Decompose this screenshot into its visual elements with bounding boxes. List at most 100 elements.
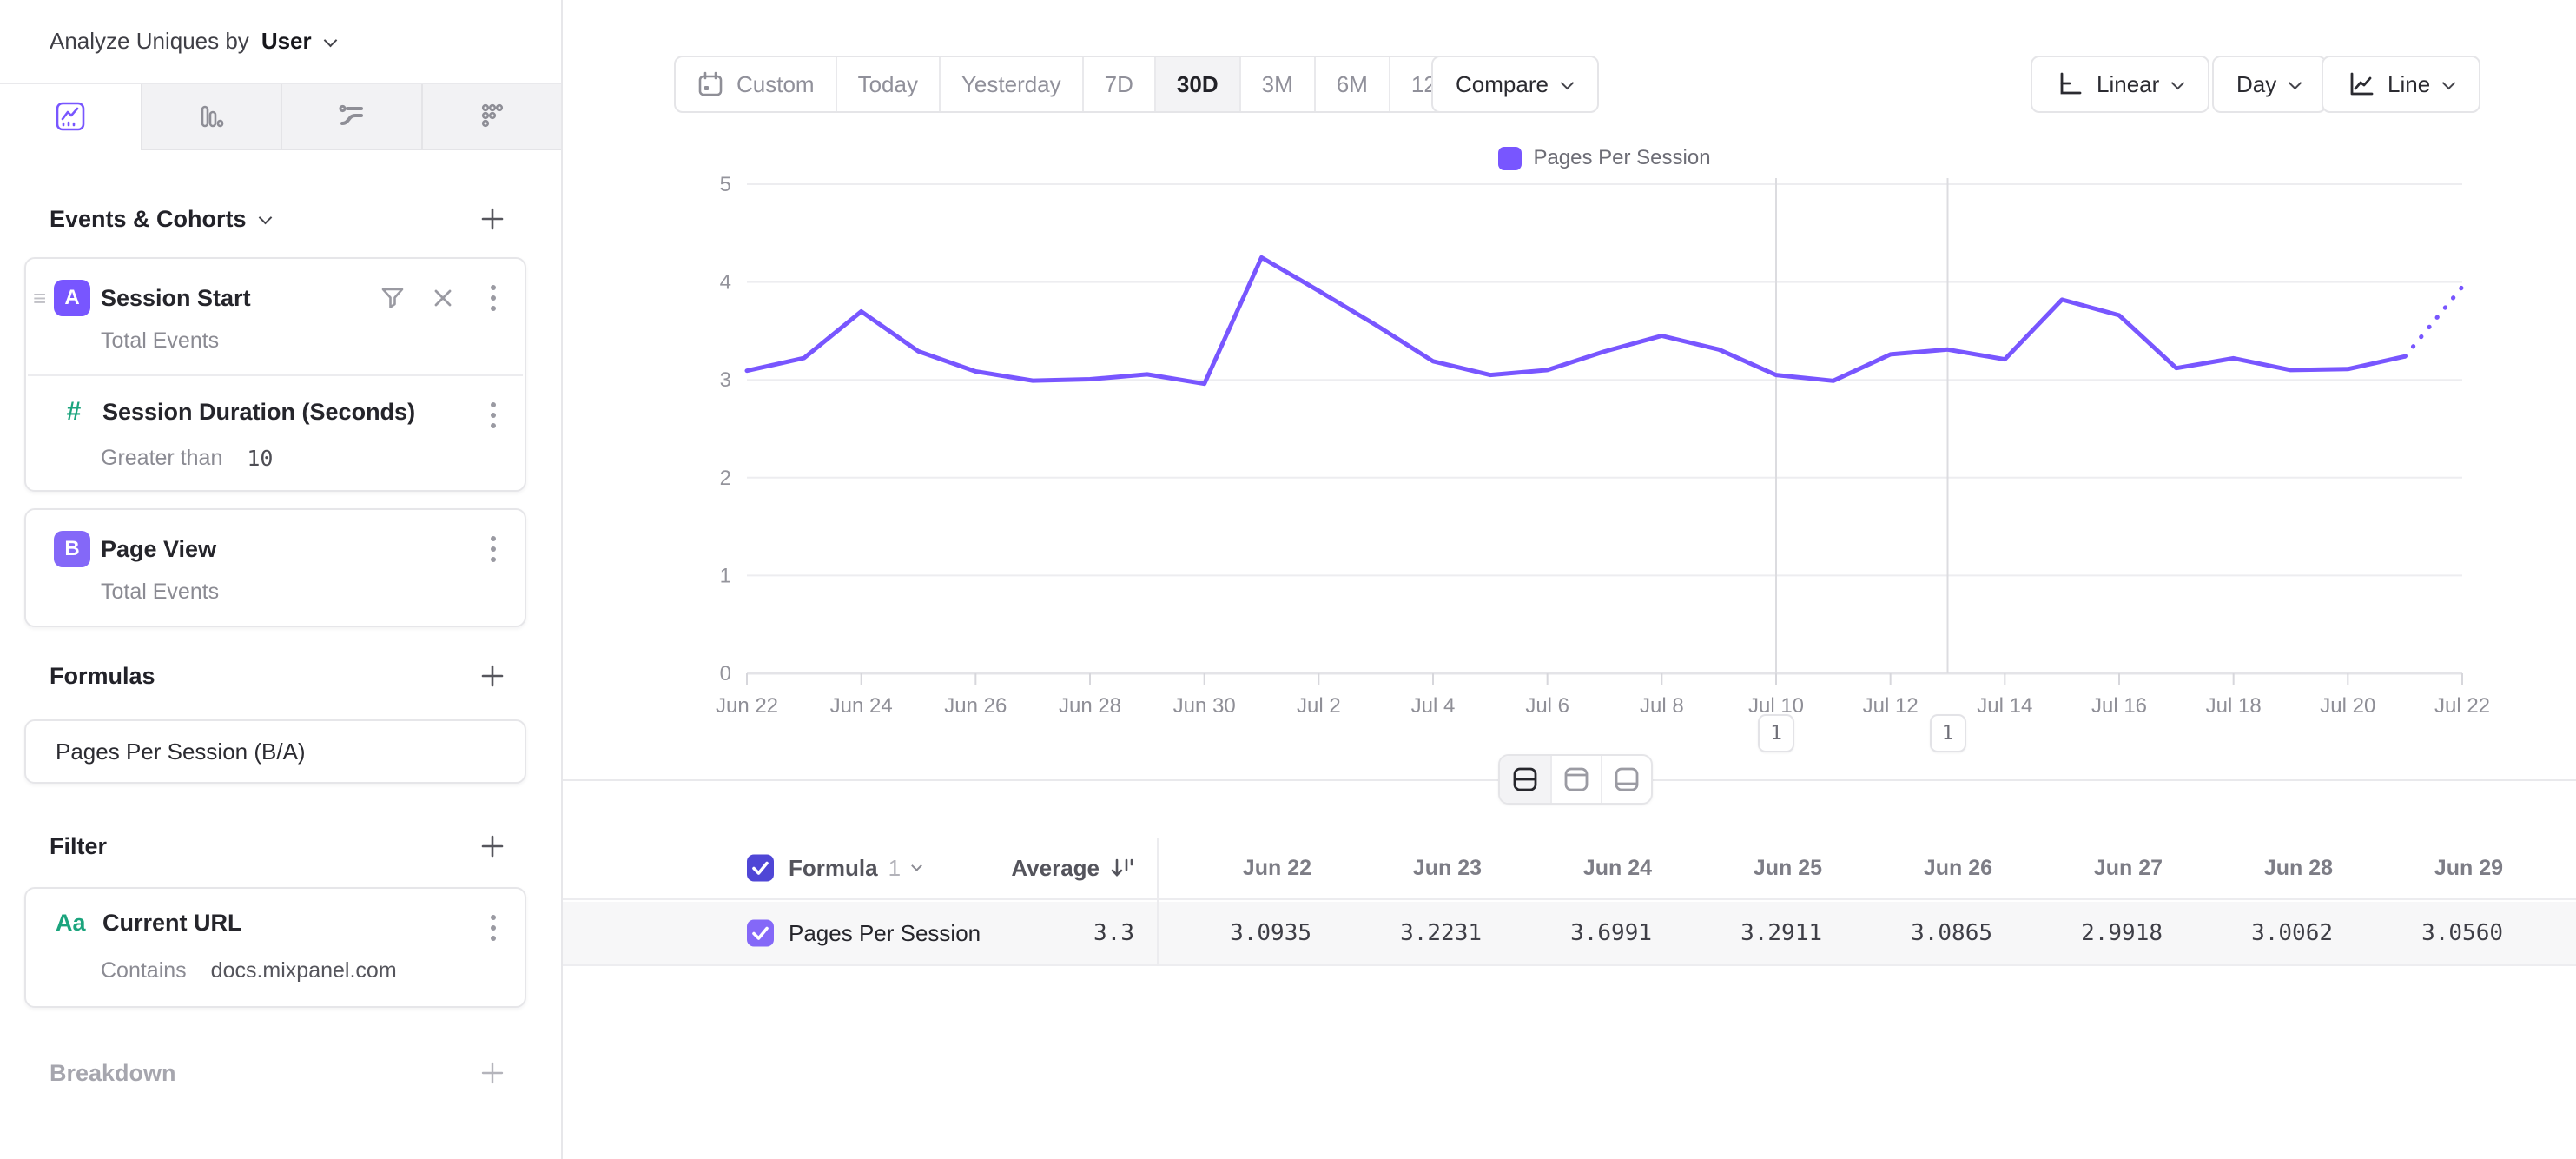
date-value-cell: 3.2231 — [1311, 902, 1482, 964]
remove-event-button[interactable] — [427, 280, 459, 316]
formula-expression: Pages Per Session (B/A) — [56, 738, 306, 765]
kebab-icon — [489, 400, 498, 431]
event-a-section: ≡ A Session Start — [26, 259, 525, 374]
svg-text:Jul 22: Jul 22 — [2434, 694, 2490, 718]
filter-menu-button[interactable] — [478, 910, 509, 946]
average-value: 3.3 — [1093, 920, 1134, 946]
line-chart-icon — [53, 99, 88, 134]
event-aggregation[interactable]: Total Events — [101, 580, 219, 605]
average-label: Average — [1011, 855, 1100, 882]
date-column-header[interactable]: Jun 28 — [2163, 838, 2333, 898]
tab-retention-grid[interactable] — [421, 84, 562, 150]
filter-section-title: Filter — [50, 833, 107, 860]
property-menu-button[interactable] — [478, 397, 509, 434]
event-menu-button[interactable] — [478, 531, 509, 567]
annotation-badge[interactable]: 1 — [1758, 714, 1794, 752]
svg-text:2: 2 — [720, 467, 731, 490]
event-title[interactable]: Page View — [101, 536, 216, 563]
chart-canvas: 012345Jun 22Jun 24Jun 26Jun 28Jun 30Jul … — [563, 0, 2576, 765]
split-view-icon — [1510, 765, 1540, 793]
view-toggle-split[interactable] — [1500, 756, 1550, 803]
retention-grid-icon — [474, 99, 509, 134]
breakdown-section-title: Breakdown — [50, 1060, 176, 1087]
svg-text:Jul 18: Jul 18 — [2206, 694, 2262, 718]
tab-bar-chart[interactable] — [141, 84, 281, 150]
breakdown-section-header: Breakdown — [24, 1055, 526, 1091]
svg-text:Jul 16: Jul 16 — [2091, 694, 2147, 718]
view-toggle-chart-only[interactable] — [1550, 756, 1601, 803]
formula-card[interactable]: Pages Per Session (B/A) — [24, 719, 526, 784]
table-only-icon — [1612, 765, 1641, 793]
table-data-row[interactable]: Pages Per Session 3.3 3.09353.22313.6991… — [563, 902, 2576, 966]
svg-text:Jul 20: Jul 20 — [2320, 694, 2375, 718]
funnel-icon — [379, 284, 406, 312]
filter-card-current-url[interactable]: Aa Current URL Contains docs.mixpanel.co… — [24, 887, 526, 1008]
table-column-divider — [1157, 838, 1159, 966]
analyze-by-label: Analyze Uniques by — [50, 28, 249, 55]
table-date-headers: Jun 22Jun 23Jun 24Jun 25Jun 26Jun 27Jun … — [1157, 838, 2503, 898]
add-filter-button[interactable] — [478, 831, 507, 861]
add-formula-button[interactable] — [478, 661, 507, 691]
date-column-header[interactable]: Jun 22 — [1157, 838, 1311, 898]
plus-icon — [479, 663, 505, 689]
formulas-section-title: Formulas — [50, 663, 155, 690]
svg-text:Jun 22: Jun 22 — [716, 694, 778, 718]
row-series-name: Pages Per Session — [789, 902, 981, 964]
filter-property-title[interactable]: Current URL — [102, 910, 242, 937]
filter-section: Aa Current URL Contains docs.mixpanel.co… — [26, 889, 525, 1006]
event-title[interactable]: Session Start — [101, 285, 251, 312]
svg-text:Jul 8: Jul 8 — [1640, 694, 1684, 718]
event-card-session-start[interactable]: ≡ A Session Start — [24, 257, 526, 492]
filter-event-button[interactable] — [377, 280, 408, 316]
event-menu-button[interactable] — [478, 280, 509, 316]
annotation-badge[interactable]: 1 — [1930, 714, 1966, 752]
date-value-cell: 2.9918 — [1992, 902, 2163, 964]
svg-text:0: 0 — [720, 662, 731, 685]
events-section-title[interactable]: Events & Cohorts — [50, 206, 273, 233]
event-aggregation[interactable]: Total Events — [101, 328, 219, 354]
property-value[interactable]: 10 — [247, 446, 273, 471]
svg-text:Jul 12: Jul 12 — [1863, 694, 1919, 718]
add-breakdown-button[interactable] — [478, 1058, 507, 1088]
table-date-values: 3.09353.22313.69913.29113.08652.99183.00… — [1157, 902, 2503, 964]
event-a-property-filter: # Session Duration (Seconds) Greater tha… — [26, 376, 525, 490]
view-toggle-table-only[interactable] — [1601, 756, 1651, 803]
svg-text:Jun 28: Jun 28 — [1059, 694, 1121, 718]
kebab-icon — [489, 912, 498, 944]
property-operator[interactable]: Greater than — [101, 446, 222, 471]
svg-text:Jul 2: Jul 2 — [1297, 694, 1341, 718]
select-all-checkbox[interactable] — [747, 855, 774, 882]
filter-operator[interactable]: Contains — [101, 958, 187, 983]
check-icon — [747, 855, 774, 882]
numeric-property-icon: # — [56, 397, 92, 427]
svg-text:Jun 30: Jun 30 — [1173, 694, 1236, 718]
plus-icon — [479, 1060, 505, 1086]
analyze-by-value-dropdown[interactable]: User — [261, 28, 312, 55]
event-letter-badge: A — [54, 280, 90, 316]
property-title[interactable]: Session Duration (Seconds) — [102, 399, 415, 426]
row-checkbox[interactable] — [747, 920, 774, 947]
date-column-header[interactable]: Jun 26 — [1822, 838, 1992, 898]
row-average-cell: 3.3 — [1093, 902, 1134, 964]
event-b-section: B Page View Total Events — [26, 510, 525, 626]
date-value-cell: 3.0560 — [2333, 902, 2503, 964]
add-event-button[interactable] — [478, 204, 507, 234]
date-column-header[interactable]: Jun 23 — [1311, 838, 1482, 898]
analyze-by-bar: Analyze Uniques by User — [0, 0, 561, 84]
svg-text:Jul 4: Jul 4 — [1411, 694, 1456, 718]
filter-value[interactable]: docs.mixpanel.com — [211, 958, 397, 983]
date-column-header[interactable]: Jun 24 — [1482, 838, 1652, 898]
close-icon — [431, 286, 455, 310]
formula-number: 1 — [888, 855, 901, 882]
tab-flow[interactable] — [281, 84, 421, 150]
date-column-header[interactable]: Jun 27 — [1992, 838, 2163, 898]
event-card-page-view[interactable]: B Page View Total Events — [24, 508, 526, 627]
formula-column-header[interactable]: Formula 1 — [789, 838, 925, 898]
date-column-header[interactable]: Jun 25 — [1652, 838, 1822, 898]
chevron-down-icon — [911, 858, 925, 872]
event-letter-badge: B — [54, 531, 90, 567]
flow-icon — [334, 99, 369, 134]
date-column-header[interactable]: Jun 29 — [2333, 838, 2503, 898]
tab-insights-line-chart[interactable] — [0, 84, 141, 150]
average-column-header[interactable]: Average — [1011, 838, 1134, 898]
